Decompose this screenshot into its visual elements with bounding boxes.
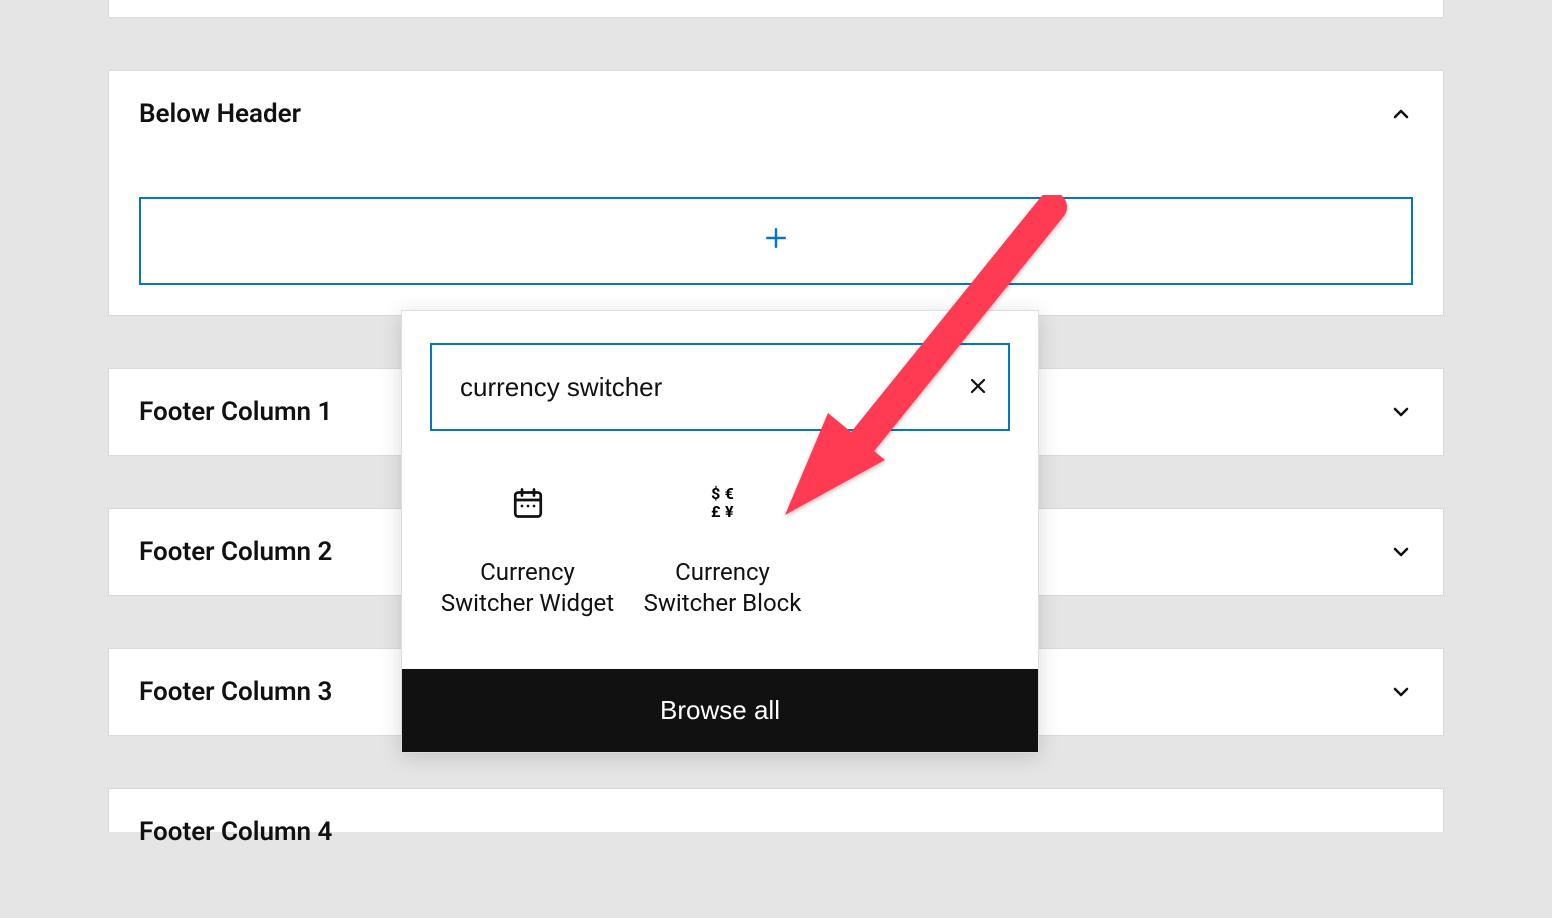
panel-title: Footer Column 2 <box>139 537 332 567</box>
search-input[interactable] <box>432 345 948 429</box>
block-label: Currency Switcher Widget <box>438 557 617 619</box>
search-wrap <box>430 343 1010 431</box>
chevron-down-icon <box>1389 540 1413 564</box>
chevron-up-icon <box>1389 102 1413 126</box>
panel-header-below-header[interactable]: Below Header <box>109 71 1443 157</box>
panel-title: Footer Column 1 <box>139 397 332 427</box>
panel-footer-column-4: Footer Column 4 <box>108 788 1444 832</box>
block-inserter-popover: Currency Switcher Widget $€ £¥ Currency … <box>401 310 1039 753</box>
block-results: Currency Switcher Widget $€ £¥ Currency … <box>430 431 1010 649</box>
panel-below-header: Below Header <box>108 70 1444 316</box>
close-icon <box>966 374 990 401</box>
browse-all-button[interactable]: Browse all <box>402 669 1038 752</box>
add-block-button[interactable] <box>139 197 1413 285</box>
chevron-down-icon <box>1389 680 1413 704</box>
block-label: Currency Switcher Block <box>633 557 812 619</box>
plus-icon <box>761 223 791 259</box>
calendar-legacy-icon <box>508 483 548 523</box>
panel-title: Footer Column 4 <box>109 789 1443 847</box>
panel-title: Below Header <box>139 99 301 129</box>
block-item-currency-switcher-block[interactable]: $€ £¥ Currency Switcher Block <box>625 473 820 629</box>
currency-symbols-icon: $€ £¥ <box>703 483 743 523</box>
block-item-currency-switcher-widget[interactable]: Currency Switcher Widget <box>430 473 625 629</box>
panel-stub-top <box>108 0 1444 18</box>
panel-title: Footer Column 3 <box>139 677 332 707</box>
chevron-down-icon <box>1389 400 1413 424</box>
clear-search-button[interactable] <box>948 345 1008 429</box>
panel-body <box>109 157 1443 315</box>
